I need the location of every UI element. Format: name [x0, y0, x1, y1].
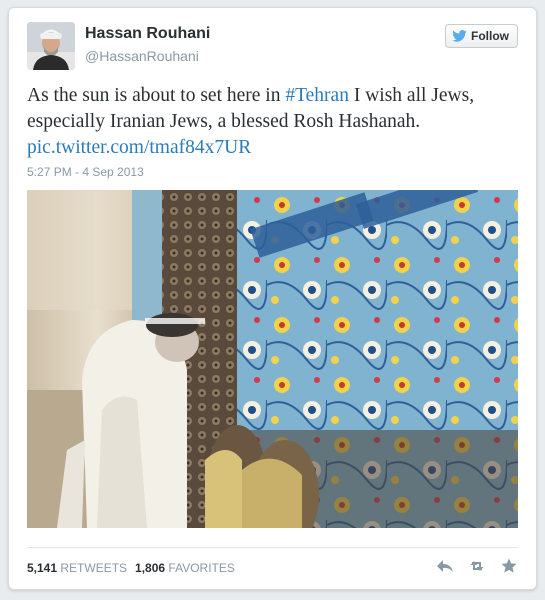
star-icon[interactable] — [500, 557, 518, 575]
tweet-photo[interactable] — [27, 190, 518, 528]
avatar[interactable] — [27, 22, 75, 70]
tweet-actions — [436, 557, 518, 575]
tweet-photo-image — [27, 190, 518, 528]
favorites-count: 1,806 — [135, 561, 166, 575]
tweet-stats: 5,141 RETWEETS 1,806 FAVORITES — [27, 561, 235, 575]
follow-label: Follow — [471, 29, 509, 43]
retweet-icon[interactable] — [468, 557, 486, 575]
user-name[interactable]: Hassan Rouhani — [85, 25, 210, 43]
tweet-text-part: As the sun is about to set here in — [27, 85, 286, 106]
pic-link[interactable]: pic.twitter.com/tmaf84x7UR — [27, 137, 251, 158]
favorites-label: FAVORITES — [168, 561, 235, 575]
favorites-stat[interactable]: 1,806 FAVORITES — [135, 561, 235, 575]
retweets-stat[interactable]: 5,141 RETWEETS — [27, 561, 127, 575]
timestamp[interactable]: 5:27 PM - 4 Sep 2013 — [27, 165, 144, 179]
stats-divider — [27, 547, 518, 548]
hashtag-link[interactable]: #Tehran — [285, 85, 349, 106]
user-handle[interactable]: @HassanRouhani — [85, 48, 199, 64]
retweets-count: 5,141 — [27, 561, 58, 575]
follow-button[interactable]: Follow — [445, 24, 518, 48]
retweets-label: RETWEETS — [60, 561, 128, 575]
tweet-card: Hassan Rouhani @HassanRouhani Follow As … — [8, 7, 537, 590]
tweet-text: As the sun is about to set here in #Tehr… — [27, 83, 522, 161]
twitter-bird-icon — [452, 30, 467, 42]
avatar-image — [27, 22, 75, 70]
reply-icon[interactable] — [436, 557, 454, 575]
